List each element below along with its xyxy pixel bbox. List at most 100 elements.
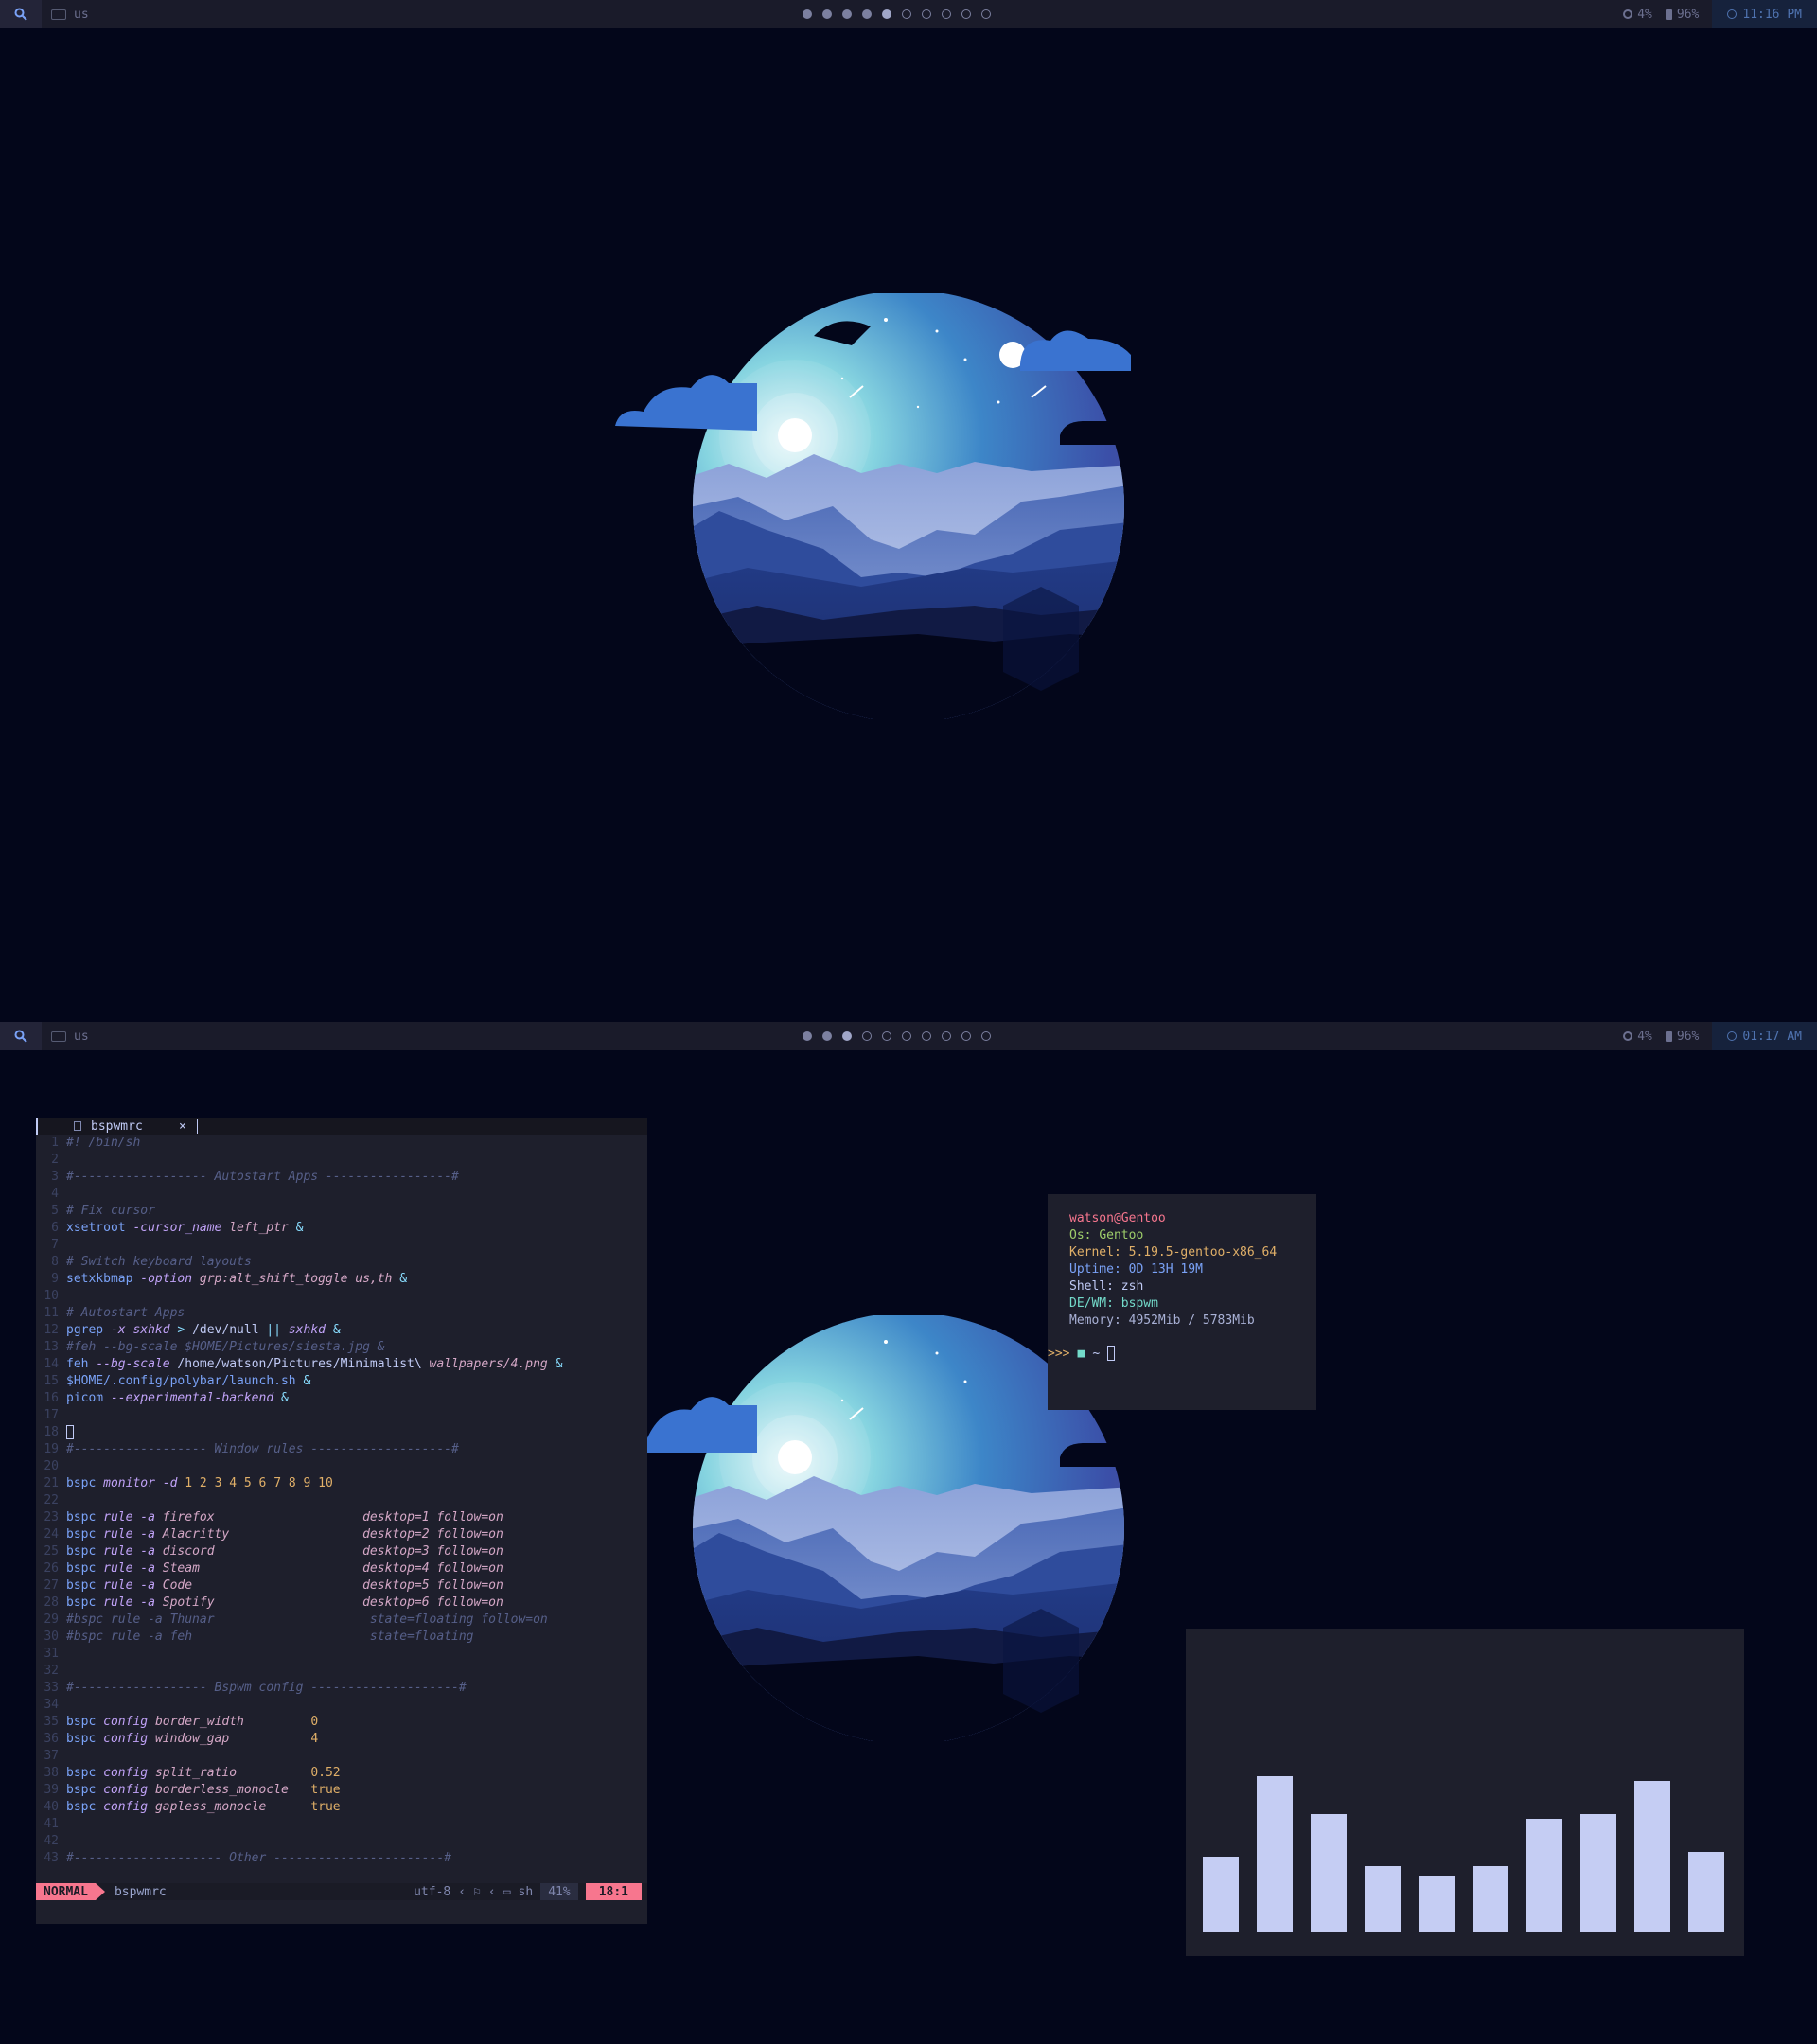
search-icon[interactable] bbox=[0, 1022, 42, 1050]
code-line[interactable]: 27 bspc rule -a Code desktop=5 follow=on bbox=[36, 1577, 647, 1595]
workspace-dot-9[interactable] bbox=[961, 1031, 971, 1041]
fetch-shell: Shell: zsh bbox=[1069, 1279, 1143, 1294]
workspace-dot-3[interactable] bbox=[842, 9, 852, 19]
workspace-dot-2[interactable] bbox=[822, 1031, 832, 1041]
code-line[interactable]: 24 bspc rule -a Alacritty desktop=2 follo… bbox=[36, 1526, 647, 1543]
line-number: 3 bbox=[51, 1170, 59, 1184]
code-text: feh --bg-scale /home/watson/Pictures/Min… bbox=[66, 1357, 563, 1371]
code-editor-window[interactable]: bspwmrc × 1 #! /bin/sh 2 3 #----------------… bbox=[36, 1118, 647, 1924]
code-line[interactable]: 2 bbox=[36, 1152, 647, 1169]
code-line[interactable]: 22 bbox=[36, 1492, 647, 1509]
line-number: 27 bbox=[44, 1578, 59, 1593]
code-line[interactable]: 17 bbox=[36, 1407, 647, 1424]
visualizer-bar bbox=[1365, 1866, 1401, 1932]
line-number: 8 bbox=[51, 1255, 59, 1269]
workspace-dot-6[interactable] bbox=[902, 9, 911, 19]
fetch-terminal-window[interactable]: watson@Gentoo Os: Gentoo Kernel: 5.19.5-… bbox=[1048, 1194, 1316, 1410]
editor-buffer[interactable]: 1 #! /bin/sh 2 3 #------------------ Autosta… bbox=[36, 1135, 647, 1867]
line-number: 11 bbox=[44, 1306, 59, 1320]
code-line[interactable]: 8 # Switch keyboard layouts bbox=[36, 1254, 647, 1271]
code-line[interactable]: 1 #! /bin/sh bbox=[36, 1135, 647, 1152]
workspace-dot-5[interactable] bbox=[882, 9, 891, 19]
workspace-dot-1[interactable] bbox=[803, 1031, 812, 1041]
code-line[interactable]: 43 #-------------------- Other ----------… bbox=[36, 1850, 647, 1867]
code-line[interactable]: 15 $HOME/.config/polybar/launch.sh & bbox=[36, 1373, 647, 1390]
workspace-dot-8[interactable] bbox=[942, 9, 951, 19]
workspace-dot-7[interactable] bbox=[922, 9, 931, 19]
line-number: 7 bbox=[51, 1238, 59, 1252]
code-line[interactable]: 21 bspc monitor -d 1 2 3 4 5 6 7 8 9 10 bbox=[36, 1475, 647, 1492]
fetch-value: 0D 13H 19M bbox=[1128, 1262, 1203, 1277]
keyboard-layout[interactable]: us bbox=[51, 0, 89, 28]
code-line[interactable]: 9 setxkbmap -option grp:alt_shift_toggle … bbox=[36, 1271, 647, 1288]
code-line[interactable]: 38 bspc config split_ratio 0.52 bbox=[36, 1765, 647, 1782]
workspace-dot-7[interactable] bbox=[922, 1031, 931, 1041]
code-line[interactable]: 19 #------------------ Window rules -----… bbox=[36, 1441, 647, 1458]
code-line[interactable]: 40 bspc config gapless_monocle true bbox=[36, 1799, 647, 1816]
code-line[interactable]: 7 bbox=[36, 1237, 647, 1254]
fetch-key: Shell: bbox=[1069, 1279, 1114, 1294]
workspace-dot-1[interactable] bbox=[803, 9, 812, 19]
line-number: 14 bbox=[44, 1357, 59, 1371]
code-line[interactable]: 12 pgrep -x sxhkd > /dev/null || sxhkd & bbox=[36, 1322, 647, 1339]
editor-tabbar: bspwmrc × bbox=[36, 1118, 647, 1135]
workspace-dot-6[interactable] bbox=[902, 1031, 911, 1041]
code-text: #bspc rule -a Thunar state=floating foll… bbox=[66, 1612, 548, 1627]
clock[interactable]: 11:16 PM bbox=[1712, 0, 1817, 28]
code-line[interactable]: 20 bbox=[36, 1458, 647, 1475]
code-line[interactable]: 11 # Autostart Apps bbox=[36, 1305, 647, 1322]
code-line[interactable]: 5 # Fix cursor bbox=[36, 1203, 647, 1220]
workspace-dot-8[interactable] bbox=[942, 1031, 951, 1041]
code-line[interactable]: 13 #feh --bg-scale $HOME/Pictures/siesta.… bbox=[36, 1339, 647, 1356]
code-line[interactable]: 35 bspc config border_width 0 bbox=[36, 1714, 647, 1731]
code-line[interactable]: 23 bspc rule -a firefox desktop=1 follow=… bbox=[36, 1509, 647, 1526]
code-line[interactable]: 37 bbox=[36, 1748, 647, 1765]
code-text: bspc rule -a Steam desktop=4 follow=on bbox=[66, 1561, 503, 1576]
clock[interactable]: 01:17 AM bbox=[1712, 1022, 1817, 1050]
code-line[interactable]: 36 bspc config window_gap 4 bbox=[36, 1731, 647, 1748]
code-text: bspc config border_width 0 bbox=[66, 1715, 319, 1729]
code-line[interactable]: 30 #bspc rule -a feh state=floating bbox=[36, 1629, 647, 1646]
code-line[interactable]: 10 bbox=[36, 1288, 647, 1305]
code-line[interactable]: 14 feh --bg-scale /home/watson/Pictures/M… bbox=[36, 1356, 647, 1373]
workspace-indicators bbox=[803, 1022, 991, 1050]
code-line[interactable]: 25 bspc rule -a discord desktop=3 follow=… bbox=[36, 1543, 647, 1560]
line-number: 41 bbox=[44, 1817, 59, 1831]
code-line[interactable]: 32 bbox=[36, 1663, 647, 1680]
workspace-indicators bbox=[803, 0, 991, 28]
user-host: watson@Gentoo bbox=[1069, 1211, 1166, 1225]
battery-status: 96% bbox=[1665, 8, 1699, 22]
code-line[interactable]: 6 xsetroot -cursor_name left_ptr & bbox=[36, 1220, 647, 1237]
workspace-dot-2[interactable] bbox=[822, 9, 832, 19]
code-line[interactable]: 18 bbox=[36, 1424, 647, 1441]
keyboard-layout[interactable]: us bbox=[51, 1022, 89, 1050]
file-icon bbox=[74, 1121, 81, 1131]
code-line[interactable]: 29 #bspc rule -a Thunar state=floating fo… bbox=[36, 1612, 647, 1629]
close-icon[interactable]: × bbox=[179, 1119, 186, 1134]
workspace-dot-5[interactable] bbox=[882, 1031, 891, 1041]
workspace-dot-4[interactable] bbox=[862, 1031, 872, 1041]
code-line[interactable]: 34 bbox=[36, 1697, 647, 1714]
workspace-dot-3[interactable] bbox=[842, 1031, 852, 1041]
code-text: #bspc rule -a feh state=floating bbox=[66, 1630, 474, 1644]
code-line[interactable]: 41 bbox=[36, 1816, 647, 1833]
mode-indicator: NORMAL bbox=[36, 1883, 105, 1900]
code-line[interactable]: 33 #------------------ Bspwm config -----… bbox=[36, 1680, 647, 1697]
workspace-dot-10[interactable] bbox=[981, 1031, 991, 1041]
tab-bspwmrc[interactable]: bspwmrc × bbox=[36, 1118, 199, 1135]
workspace-dot-9[interactable] bbox=[961, 9, 971, 19]
workspace-dot-4[interactable] bbox=[862, 9, 872, 19]
code-line[interactable]: 42 bbox=[36, 1833, 647, 1850]
code-line[interactable]: 31 bbox=[36, 1646, 647, 1663]
code-line[interactable]: 39 bspc config borderless_monocle true bbox=[36, 1782, 647, 1799]
code-line[interactable]: 16 picom --experimental-backend & bbox=[36, 1390, 647, 1407]
code-line[interactable]: 26 bspc rule -a Steam desktop=4 follow=on bbox=[36, 1560, 647, 1577]
search-icon[interactable] bbox=[0, 0, 42, 28]
workspace-dot-10[interactable] bbox=[981, 9, 991, 19]
code-line[interactable]: 28 bspc rule -a Spotify desktop=6 follow=… bbox=[36, 1595, 647, 1612]
code-line[interactable]: 4 bbox=[36, 1186, 647, 1203]
shell-prompt[interactable]: >>> ■ ~ bbox=[1048, 1346, 1116, 1361]
code-line[interactable]: 3 #------------------ Autostart Apps ----… bbox=[36, 1169, 647, 1186]
line-number: 16 bbox=[44, 1391, 59, 1405]
